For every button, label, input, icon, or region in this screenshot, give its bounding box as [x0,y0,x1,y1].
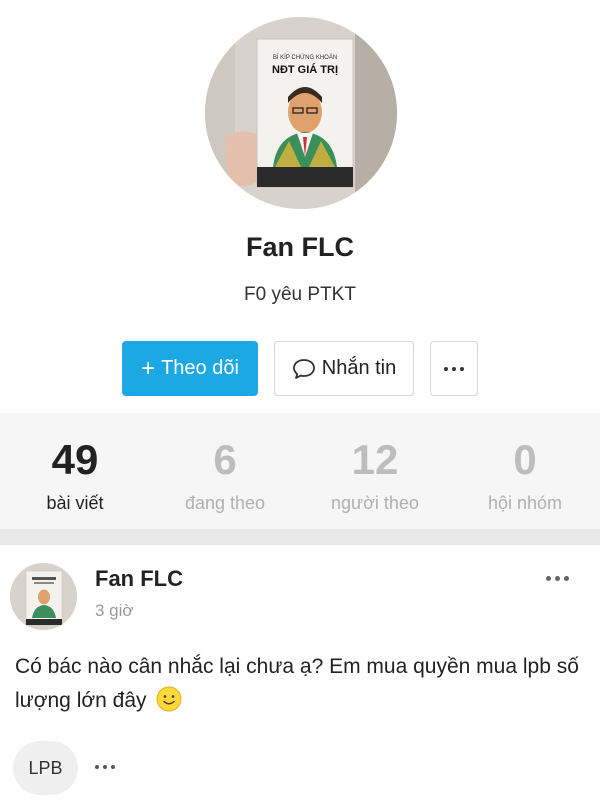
stat-followers-value: 12 [351,436,399,483]
post-author-name[interactable]: Fan FLC [95,566,183,592]
avatar-image [10,563,77,630]
stat-posts[interactable]: 49 bài viết [0,413,150,529]
more-horizontal-icon [546,576,569,581]
tag-more-button[interactable] [95,765,115,769]
profile-name: Fan FLC [246,232,354,262]
profile-bio: F0 yêu PTKT [244,284,356,305]
post-timestamp: 3 giờ [95,601,134,620]
avatar-book-line2: NĐT GIÁ TRỊ [272,63,338,76]
stat-posts-value: 49 [51,436,99,483]
follow-button[interactable]: + Theo dõi [122,341,258,396]
post-body: Có bác nào cân nhắc lại chưa ạ? Em mua q… [15,650,585,718]
more-options-button[interactable] [430,341,478,396]
more-horizontal-icon [95,765,115,769]
avatar-book-line1: BÍ KÍP CHỨNG KHOÁN [273,54,337,61]
post-author-avatar[interactable] [10,563,77,630]
avatar-image: BÍ KÍP CHỨNG KHOÁN NĐT GIÁ TRỊ [205,17,397,209]
stat-followers-label: người theo [331,493,419,513]
section-divider [0,529,600,545]
plus-icon: + [141,354,156,382]
stat-groups-value: 0 [513,436,537,483]
profile-stats: 49 bài viết 6 đang theo 12 người theo 0 … [0,413,600,529]
more-horizontal-icon [444,366,464,371]
smiling-face-icon [156,686,182,712]
stat-following[interactable]: 6 đang theo [150,413,300,529]
post-body-text: Có bác nào cân nhắc lại chưa ạ? Em mua q… [15,655,579,712]
post-menu-button[interactable] [546,576,569,581]
message-button[interactable]: Nhắn tin [274,341,414,396]
stat-following-label: đang theo [184,493,266,513]
stat-groups[interactable]: 0 hội nhóm [450,413,600,529]
stat-followers[interactable]: 12 người theo [300,413,450,529]
stat-groups-label: hội nhóm [487,493,563,513]
stat-following-value: 6 [213,436,237,483]
stock-tag-chip[interactable]: LPB [13,741,78,795]
message-button-label: Nhắn tin [321,357,397,379]
profile-avatar[interactable]: BÍ KÍP CHỨNG KHOÁN NĐT GIÁ TRỊ [205,17,397,209]
follow-button-label: Theo dõi [161,357,239,379]
chat-bubble-icon [292,358,315,379]
stat-posts-label: bài viết [46,493,104,513]
